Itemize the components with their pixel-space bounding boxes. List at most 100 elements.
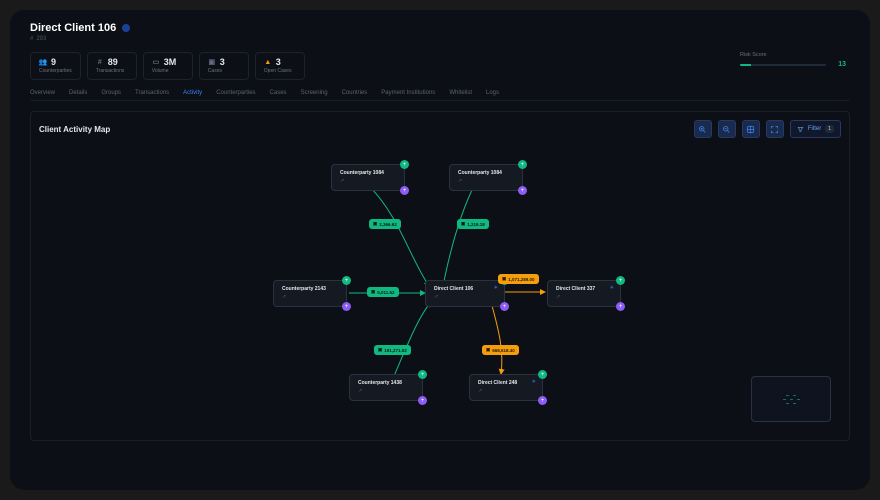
risk-score-bar [740, 64, 826, 66]
fit-view-button[interactable] [742, 120, 760, 138]
node-label: Direct Client 337 [556, 286, 612, 292]
external-link-icon[interactable]: ↗ [358, 388, 414, 394]
tab-whitelist[interactable]: Whitelist [449, 90, 472, 96]
activity-map-panel: Client Activity Map Filter 1 [30, 111, 850, 441]
stat-value: 3 [276, 57, 281, 67]
node-port-out: + [418, 396, 427, 405]
stat-counterparties[interactable]: 👥 9 Counterparties [30, 52, 81, 80]
stat-label: Counterparties [39, 68, 72, 74]
tab-activity[interactable]: Activity [183, 90, 202, 96]
tab-details[interactable]: Details [69, 90, 87, 96]
risk-score-fill [740, 64, 751, 66]
tab-payment-institutions[interactable]: Payment Institutions [381, 90, 435, 96]
external-link-icon[interactable]: ↗ [434, 294, 496, 300]
zoom-out-icon [722, 125, 731, 134]
edge-amount-e1: ▣ 2,366.62 [369, 219, 401, 229]
graph-canvas[interactable]: ✳ Direct Client 106 ↗ + + Counterparty 1… [39, 146, 841, 432]
risk-score-value: 13 [838, 61, 846, 68]
edge-amount-e2: ▣ 1,219.18 [457, 219, 489, 229]
stat-value: 3M [164, 57, 177, 67]
fullscreen-button[interactable] [766, 120, 784, 138]
user-icon: ✳ [494, 285, 498, 291]
stat-transactions[interactable]: # 89 Transactions [87, 52, 137, 80]
card-icon: ▭ [152, 58, 160, 66]
stat-value: 9 [51, 57, 56, 67]
node-port-in: + [538, 370, 547, 379]
tab-countries[interactable]: Countries [342, 90, 368, 96]
node-port-in: + [400, 160, 409, 169]
stat-open-cases[interactable]: ▲ 3 Open Cases [255, 52, 305, 80]
filter-label: Filter [808, 126, 821, 132]
node-port-out: + [400, 186, 409, 195]
external-link-icon[interactable]: ↗ [282, 294, 338, 300]
minimap-preview [783, 395, 800, 404]
graph-node-cp1438[interactable]: Counterparty 1438 ↗ + + [349, 374, 423, 401]
node-port-in: + [418, 370, 427, 379]
fullscreen-icon [770, 125, 779, 134]
entity-id: 293 [36, 36, 46, 42]
filter-count-badge: 1 [825, 125, 834, 133]
node-port-out: + [500, 302, 509, 311]
filter-button[interactable]: Filter 1 [790, 120, 841, 138]
stat-volume[interactable]: ▭ 3M Volume [143, 52, 193, 80]
graph-node-dc337[interactable]: ✳ Direct Client 337 ↗ + + [547, 280, 621, 307]
stat-label: Open Cases [264, 68, 296, 74]
node-label: Direct Client 106 [434, 286, 496, 292]
tab-cases[interactable]: Cases [270, 90, 287, 96]
page-title: Direct Client 106 [30, 22, 116, 34]
zoom-in-button[interactable] [694, 120, 712, 138]
tab-logs[interactable]: Logs [486, 90, 499, 96]
node-port-out: + [538, 396, 547, 405]
node-label: Counterparty 1084 [458, 170, 514, 176]
tab-groups[interactable]: Groups [101, 90, 121, 96]
graph-node-cp1084b[interactable]: Counterparty 1084 ↗ + + [449, 164, 523, 191]
graph-node-cp2143[interactable]: Counterparty 2143 ↗ + + [273, 280, 347, 307]
edge-amount-e5: ▣ 1,071,289.00 [498, 274, 539, 284]
node-port-in: + [342, 276, 351, 285]
users-icon: 👥 [39, 58, 47, 66]
tab-overview[interactable]: Overview [30, 90, 55, 96]
external-link-icon[interactable]: ↗ [458, 178, 514, 184]
stat-value: 89 [108, 57, 118, 67]
page-subtitle: # 293 [30, 36, 850, 42]
filter-icon [797, 126, 804, 133]
minimap[interactable] [751, 376, 831, 422]
risk-score-block: Risk Score 13 [740, 52, 850, 80]
node-label: Counterparty 1438 [358, 380, 414, 386]
stat-label: Cases [208, 68, 240, 74]
node-port-out: + [342, 302, 351, 311]
edge-amount-e4: ▣ 191,271.02 [374, 345, 411, 355]
graph-node-dc248[interactable]: ✳ Direct Client 248 ↗ + + [469, 374, 543, 401]
tab-transactions[interactable]: Transactions [135, 90, 169, 96]
edge-amount-e6: ▣ 668,618.40 [482, 345, 519, 355]
stat-label: Volume [152, 68, 184, 74]
stat-cases[interactable]: ▣ 3 Cases [199, 52, 249, 80]
edge-amount-e3: ▣ 5,011.52 [367, 287, 399, 297]
zoom-in-icon [698, 125, 707, 134]
node-label: Direct Client 248 [478, 380, 534, 386]
graph-node-center[interactable]: ✳ Direct Client 106 ↗ + + [425, 280, 505, 307]
hash-icon: # [96, 58, 104, 66]
node-port-out: + [518, 186, 527, 195]
external-link-icon[interactable]: ↗ [340, 178, 396, 184]
external-link-icon[interactable]: ↗ [556, 294, 612, 300]
stat-label: Transactions [96, 68, 128, 74]
fit-view-icon [746, 125, 755, 134]
zoom-out-button[interactable] [718, 120, 736, 138]
node-port-in: + [616, 276, 625, 285]
graph-node-cp1084a[interactable]: Counterparty 1084 ↗ + + [331, 164, 405, 191]
external-link-icon[interactable]: ↗ [478, 388, 534, 394]
node-port-in: + [518, 160, 527, 169]
stat-value: 3 [220, 57, 225, 67]
panel-title: Client Activity Map [39, 125, 110, 134]
hash-icon: # [30, 36, 33, 42]
user-icon: ✳ [532, 379, 536, 385]
tab-counterparties[interactable]: Counterparties [216, 90, 255, 96]
verified-badge-icon [122, 24, 130, 32]
node-port-out: + [616, 302, 625, 311]
tab-screening[interactable]: Screening [301, 90, 328, 96]
tabs: Overview Details Groups Transactions Act… [30, 90, 850, 101]
node-label: Counterparty 1084 [340, 170, 396, 176]
node-label: Counterparty 2143 [282, 286, 338, 292]
risk-score-label: Risk Score [740, 52, 846, 58]
